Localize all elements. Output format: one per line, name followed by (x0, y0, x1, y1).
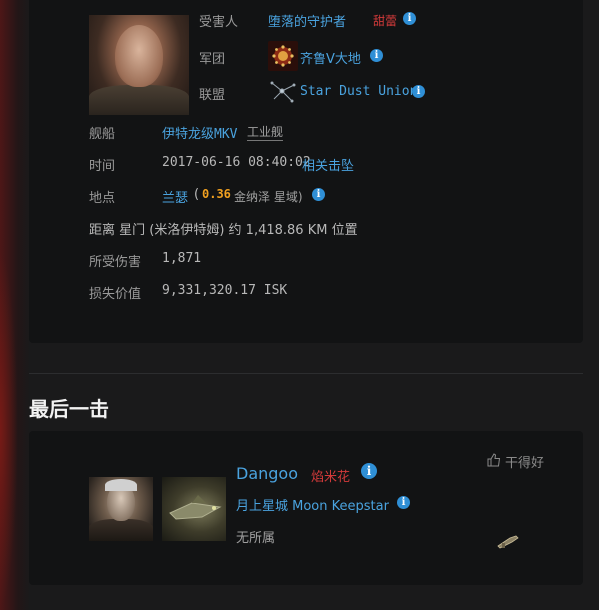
ship-label: 舰船 (89, 127, 116, 142)
final-blow-title: 最后一击 (29, 397, 109, 421)
damage-label: 所受伤害 (89, 255, 142, 270)
attacker-tag: 焰米花 (311, 470, 351, 485)
info-icon[interactable]: i (370, 49, 383, 62)
attacker-name-link[interactable]: Dangoo (236, 464, 298, 483)
distance-text: 距离 星门 (米洛伊特姆) 约 1,418.86 KM 位置 (89, 223, 358, 238)
time-label: 时间 (89, 159, 116, 174)
loss-value: 9,331,320.17 ISK (162, 283, 288, 298)
attacker-portrait[interactable] (89, 477, 153, 541)
victim-portrait-shoulders (89, 85, 189, 115)
location-label: 地点 (89, 191, 116, 206)
ship-name-link[interactable]: 伊特龙级MKV (162, 123, 237, 142)
info-icon[interactable]: i (361, 463, 377, 479)
victim-label: 受害人 (199, 15, 239, 30)
victim-name-link[interactable]: 堕落的守护者 (268, 11, 346, 30)
ship-class-link[interactable]: 工业舰 (247, 123, 284, 141)
victim-portrait[interactable] (89, 15, 189, 115)
kill-time: 2017-06-16 08:40:02 (162, 155, 311, 170)
section-divider (29, 373, 583, 374)
info-icon[interactable]: i (397, 496, 410, 509)
background-glow-lower (0, 250, 18, 610)
thumbs-up-icon (487, 452, 501, 471)
like-label: 干得好 (505, 456, 545, 471)
security-paren: ( (194, 187, 200, 202)
alliance-name-link[interactable]: Star Dust Union (300, 84, 417, 99)
victim-portrait-face (115, 25, 163, 87)
info-icon[interactable]: i (403, 12, 416, 25)
corp-label: 军团 (199, 52, 226, 67)
security-status: 0.36 (202, 187, 231, 201)
corp-name-link[interactable]: 齐鲁V大地 (300, 48, 361, 67)
damage-value: 1,871 (162, 251, 202, 266)
attacker-alliance: 无所属 (236, 531, 276, 546)
alliance-label: 联盟 (199, 88, 226, 103)
info-icon[interactable]: i (312, 188, 325, 201)
attacker-corp-link[interactable]: 月上星城 Moon Keepstar (236, 495, 389, 514)
weapon-icon (496, 528, 520, 552)
info-icon[interactable]: i (412, 85, 425, 98)
related-kills-link[interactable]: 相关击坠 (302, 155, 354, 174)
region-link[interactable]: 金纳泽 星域) (234, 188, 303, 205)
attacker-ship-icon[interactable] (162, 477, 226, 541)
victim-tag: 甜蕾 (373, 14, 398, 28)
system-link[interactable]: 兰瑟 (162, 187, 188, 206)
alliance-logo-icon[interactable] (268, 77, 298, 107)
value-label: 损失价值 (89, 287, 142, 302)
corp-logo-icon[interactable] (268, 41, 298, 71)
like-button[interactable]: 干得好 (487, 452, 544, 471)
